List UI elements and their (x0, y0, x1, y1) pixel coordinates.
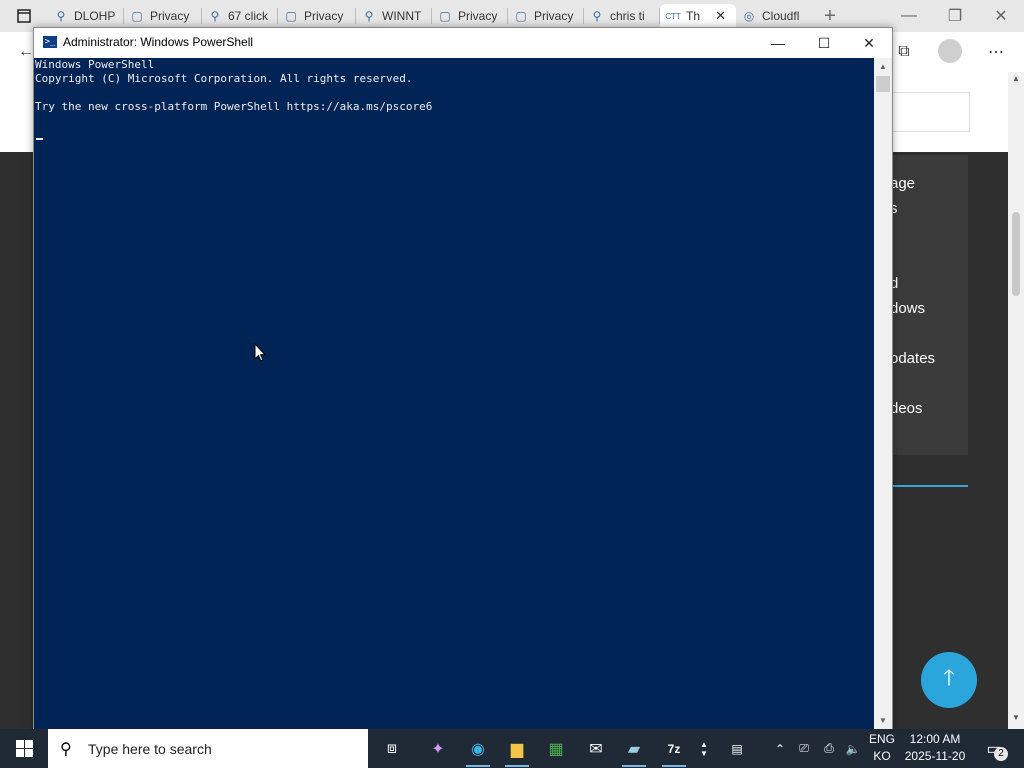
store-icon[interactable]: ▦ (542, 735, 570, 763)
file-explorer-icon[interactable]: ▆ (503, 735, 531, 763)
menu-item[interactable]: odates (890, 350, 935, 367)
console-scrollbar[interactable]: ▲ ▼ (874, 58, 892, 730)
console-line: Windows PowerShell (35, 58, 155, 71)
taskbar: ⚲ Type here to search ⧈ ✦ ◉ ▆ ▦ ✉ ▰ 7z ▲… (0, 729, 1024, 768)
copilot-icon[interactable]: ✦ (424, 735, 452, 763)
search-icon: ⚲ (210, 9, 220, 23)
document-lock-icon: ▢ (439, 9, 451, 23)
volume-muted-icon[interactable]: 🔈 (842, 729, 864, 768)
menu-item[interactable]: deos (890, 400, 923, 417)
accent-divider (892, 485, 968, 487)
network-icon[interactable]: ⎙ (818, 729, 840, 768)
clock[interactable]: 12:00 AM 2025-11-20 (902, 731, 968, 766)
browser-tab[interactable]: ⚲ DLOHP (48, 4, 124, 28)
search-icon: ⚲ (364, 9, 374, 23)
browser-tab[interactable]: ▢ Privacy (124, 4, 202, 28)
console-output[interactable]: Windows PowerShell Copyright (C) Microso… (34, 58, 874, 730)
scroll-to-top-button[interactable]: 🡑 (921, 652, 977, 708)
arrow-up-icon: 🡑 (943, 665, 955, 690)
document-lock-icon: ▢ (515, 9, 527, 23)
browser-tab[interactable]: ▢ Privacy (508, 4, 584, 28)
page-scrollbar[interactable]: ▲ ▼ (1008, 72, 1024, 729)
browser-tab[interactable]: ⚲ WINNT (356, 4, 432, 28)
close-tab-icon[interactable]: ✕ (715, 8, 726, 24)
task-view-icon[interactable]: ⧈ (378, 735, 406, 763)
meet-icon[interactable]: ⎚ (794, 729, 814, 768)
site-search-box[interactable] (886, 92, 970, 132)
avatar[interactable] (938, 39, 962, 63)
browser-tab[interactable]: ⚲ 67 click (202, 4, 278, 28)
browser-tab[interactable]: ▢ Privacy (278, 4, 356, 28)
title-bar[interactable]: >_ Administrator: Windows PowerShell — ☐… (34, 28, 892, 58)
document-lock-icon: ▢ (285, 9, 297, 23)
menu-item[interactable]: age (890, 175, 915, 192)
cloudflare-icon: ◎ (743, 9, 755, 23)
windows-logo-icon (15, 740, 33, 757)
window-title: Administrator: Windows PowerShell (63, 35, 254, 49)
close-browser-button[interactable]: ✕ (978, 0, 1024, 32)
browser-tab-active[interactable]: CTT Th ✕ (660, 4, 736, 28)
text-cursor (36, 138, 43, 140)
console-line: Try the new cross-platform PowerShell ht… (35, 100, 433, 113)
browser-tab[interactable]: ▢ Privacy (432, 4, 508, 28)
menu-item[interactable]: dows (890, 300, 925, 317)
browser-tab[interactable]: ⚲ chris ti (584, 4, 660, 28)
notification-badge: 2 (994, 747, 1008, 761)
taskbar-search[interactable]: ⚲ Type here to search (48, 729, 368, 768)
powershell-icon: >_ (43, 36, 57, 48)
more-options-icon[interactable]: ⋯ (982, 38, 1010, 66)
edge-icon[interactable]: ◉ (464, 735, 492, 763)
7zip-icon[interactable]: 7z (660, 735, 688, 763)
search-icon: ⚲ (60, 740, 72, 758)
collections-icon[interactable]: ⧉ (890, 38, 918, 66)
powershell-window: >_ Administrator: Windows PowerShell — ☐… (33, 27, 893, 731)
document-lock-icon: ▢ (131, 9, 143, 23)
language-indicator[interactable]: ENG KO (866, 731, 898, 766)
search-placeholder: Type here to search (88, 740, 212, 757)
notepad-icon[interactable]: ▰ (620, 735, 648, 763)
site-icon: CTT (665, 11, 681, 21)
maximize-button[interactable]: ☐ (801, 28, 847, 58)
restore-button[interactable]: ❐ (932, 0, 978, 32)
show-hidden-icons-icon[interactable]: ⌃ (770, 729, 790, 768)
news-widget-icon[interactable]: ▤ (722, 729, 752, 768)
mail-icon[interactable]: ✉ (582, 735, 610, 763)
minimize-button[interactable]: — (755, 28, 801, 58)
search-icon: ⚲ (592, 9, 602, 23)
search-icon: ⚲ (56, 9, 66, 23)
taskbar-scroll-icon[interactable]: ▲ ▼ (696, 729, 712, 768)
console-line: Copyright (C) Microsoft Corporation. All… (35, 72, 413, 85)
browser-tab[interactable]: ◎ Cloudfl (736, 4, 812, 28)
start-button[interactable] (0, 729, 48, 768)
close-button[interactable]: ✕ (846, 28, 892, 58)
notification-center-button[interactable]: ▭ 2 (978, 733, 1010, 765)
